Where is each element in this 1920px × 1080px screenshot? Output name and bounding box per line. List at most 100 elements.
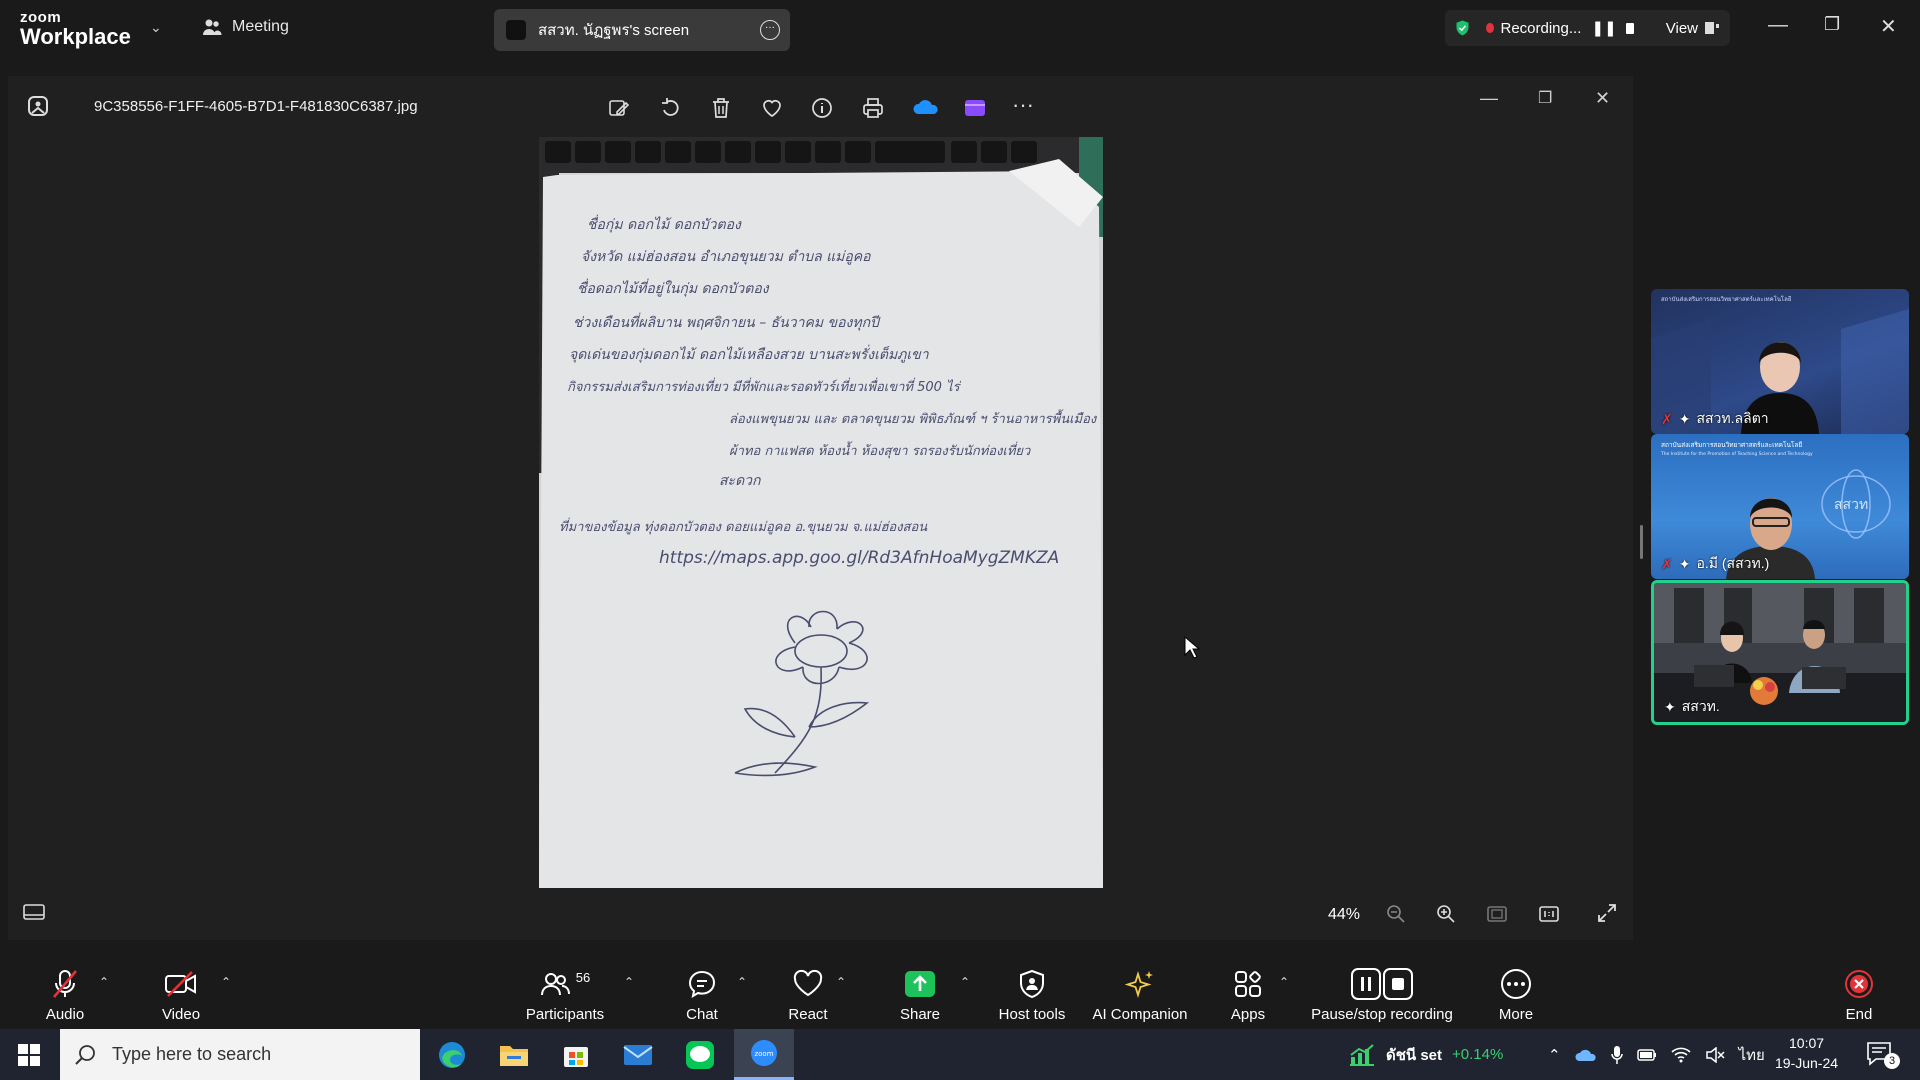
chevron-up-icon[interactable]: ⌃: [1548, 1046, 1561, 1064]
taskbar-search[interactable]: Type here to search: [60, 1029, 420, 1080]
line-app[interactable]: [670, 1029, 730, 1080]
rotate-icon[interactable]: [658, 96, 682, 120]
react-caret-icon[interactable]: ⌃: [836, 975, 846, 989]
screen: zoom Workplace ⌄ Meeting สสวท. นัฏฐพร's …: [0, 0, 1920, 1080]
restore-icon[interactable]: ❐: [1824, 14, 1840, 35]
share-button[interactable]: Share: [890, 967, 950, 1023]
audio-label: Audio: [45, 1006, 85, 1023]
apps-button[interactable]: Apps: [1218, 967, 1278, 1023]
notification-count: 3: [1884, 1053, 1900, 1069]
meeting-menu[interactable]: Meeting: [202, 18, 289, 36]
view-button[interactable]: View: [1666, 20, 1720, 37]
info-icon[interactable]: [810, 96, 834, 120]
clock-time: 10:07: [1789, 1035, 1825, 1051]
participants-button[interactable]: 56 Participants: [520, 967, 610, 1024]
mail-app[interactable]: [608, 1029, 668, 1080]
share-screen-icon: [905, 971, 935, 997]
zoom-app[interactable]: zoom: [734, 1029, 794, 1080]
note-line-10: ที่มาของข้อมูล ทุ่งดอกบัวตอง ดอยแม่อูคอ …: [559, 517, 928, 535]
video-tile-2[interactable]: สถาบันส่งเสริมการสอนวิทยาศาสตร์และเทคโนโ…: [1651, 434, 1909, 579]
microphone-tray-icon[interactable]: [1610, 1045, 1623, 1065]
host-tools-button[interactable]: Host tools: [992, 967, 1072, 1023]
chat-caret-icon[interactable]: ⌃: [737, 975, 747, 989]
heart-icon[interactable]: [760, 96, 784, 120]
photo-content: ชื่อกุ่ม ดอกไม้ ดอกบัวตอง จังหวัด แม่ฮ่อ…: [539, 137, 1103, 888]
clipchamp-icon[interactable]: [963, 96, 987, 120]
tile1-banner: สถาบันส่งเสริมการสอนวิทยาศาสตร์และเทคโนโ…: [1661, 295, 1791, 303]
end-button[interactable]: End: [1836, 967, 1882, 1023]
note-line-8: ผ้าทอ กาแฟสด ห้องน้ำ ห้องสุขา รถรองรับนั…: [729, 441, 1031, 459]
video-tile-1[interactable]: สถาบันส่งเสริมการสอนวิทยาศาสตร์และเทคโนโ…: [1651, 289, 1909, 434]
participants-caret-icon[interactable]: ⌃: [624, 975, 634, 989]
line-icon: [686, 1040, 714, 1069]
edge-app[interactable]: [422, 1029, 482, 1080]
pause-stop-recording-button[interactable]: Pause/stop recording: [1310, 967, 1454, 1023]
edit-image-icon[interactable]: [607, 96, 631, 120]
more-button[interactable]: More: [1488, 967, 1544, 1023]
minimize-icon[interactable]: —: [1768, 14, 1788, 37]
zoom-in-icon[interactable]: [1436, 904, 1456, 924]
fullscreen-icon[interactable]: [1596, 902, 1618, 924]
file-name: 9C358556-F1FF-4605-B7D1-F481830C6387.jpg: [94, 98, 418, 115]
video-options-caret-icon[interactable]: ⌃: [221, 975, 231, 989]
photo-image[interactable]: ชื่อกุ่ม ดอกไม้ ดอกบัวตอง จังหวัด แม่ฮ่อ…: [539, 137, 1103, 888]
actual-size-icon[interactable]: [1538, 904, 1560, 924]
share-caret-icon[interactable]: ⌃: [960, 975, 970, 989]
zoom-workplace-logo[interactable]: zoom Workplace: [20, 10, 131, 48]
mic-muted-icon: ✗: [1661, 555, 1673, 572]
tile2-name: ✗ ✦ อ.มี (สสวท.): [1661, 553, 1769, 575]
pause-recording-icon[interactable]: ❚❚: [1591, 19, 1616, 37]
print-icon[interactable]: [861, 96, 885, 120]
shield-check-icon[interactable]: [1455, 17, 1470, 39]
taskbar-clock[interactable]: 10:07 19-Jun-24: [1775, 1033, 1838, 1073]
close-icon[interactable]: ✕: [1880, 14, 1897, 39]
input-language[interactable]: ไทย: [1739, 1043, 1765, 1067]
more-icon[interactable]: ···: [1012, 94, 1036, 120]
meeting-label: Meeting: [232, 18, 289, 35]
trash-icon[interactable]: [709, 96, 733, 120]
mouse-cursor-icon: [1184, 636, 1200, 659]
stock-widget[interactable]: ดัชนี set +0.14%: [1348, 1029, 1503, 1080]
apps-grid-icon: [1235, 971, 1261, 997]
volume-muted-icon[interactable]: [1705, 1046, 1725, 1063]
file-explorer-app[interactable]: [484, 1029, 544, 1080]
pin-icon: ✦: [1664, 698, 1676, 715]
note-line-2: จังหวัด แม่ฮ่องสอน อำเภอขุนยวม ตำบล แม่อ…: [581, 249, 871, 265]
viewer-close-icon[interactable]: ✕: [1595, 88, 1610, 109]
chat-button[interactable]: Chat: [672, 967, 732, 1023]
react-button[interactable]: React: [778, 967, 838, 1023]
note-line-6: กิจกรรมส่งเสริมการท่องเที่ยว มีที่พักและ…: [567, 377, 962, 395]
stop-recording-icon[interactable]: [1625, 22, 1634, 34]
video-button[interactable]: Video: [152, 967, 210, 1023]
chevron-down-icon[interactable]: ⌄: [150, 19, 162, 36]
fit-to-window-icon[interactable]: [1486, 904, 1508, 924]
store-app[interactable]: [546, 1029, 606, 1080]
notifications-button[interactable]: 3: [1866, 1041, 1900, 1072]
ai-companion-button[interactable]: AI Companion: [1090, 967, 1190, 1023]
stock-change: +0.14%: [1452, 1046, 1504, 1063]
host-shield-icon: [1020, 969, 1044, 999]
participants-label: Participants: [525, 1006, 605, 1023]
mic-muted-icon: [53, 970, 77, 998]
viewer-minimize-icon[interactable]: —: [1480, 88, 1498, 109]
video-tile-3-active[interactable]: ✦ สสวท.: [1651, 580, 1909, 725]
windows-start-icon[interactable]: [18, 1044, 40, 1066]
zoom-out-icon[interactable]: [1386, 904, 1406, 924]
screen-share-indicator[interactable]: สสวท. นัฏฐพร's screen ···: [494, 9, 790, 51]
onedrive-tray-icon[interactable]: [1575, 1048, 1597, 1062]
onedrive-icon[interactable]: [912, 96, 940, 120]
audio-button[interactable]: Audio: [36, 967, 94, 1023]
battery-icon[interactable]: [1636, 1048, 1657, 1062]
gallery-resize-handle[interactable]: [1640, 525, 1643, 559]
recording-indicator: Recording... ❚❚ View: [1445, 10, 1730, 46]
photos-app-icon[interactable]: [24, 92, 52, 120]
host-tools-label: Host tools: [998, 1006, 1066, 1023]
participants-icon: [540, 973, 570, 996]
more-options-icon[interactable]: ···: [760, 20, 780, 40]
wifi-icon[interactable]: [1671, 1047, 1691, 1063]
audio-options-caret-icon[interactable]: ⌃: [99, 975, 109, 989]
viewer-restore-icon[interactable]: ❐: [1538, 88, 1552, 108]
zoom-level[interactable]: 44%: [1328, 906, 1360, 924]
filmstrip-icon[interactable]: [22, 902, 46, 922]
apps-caret-icon[interactable]: ⌃: [1279, 975, 1289, 989]
